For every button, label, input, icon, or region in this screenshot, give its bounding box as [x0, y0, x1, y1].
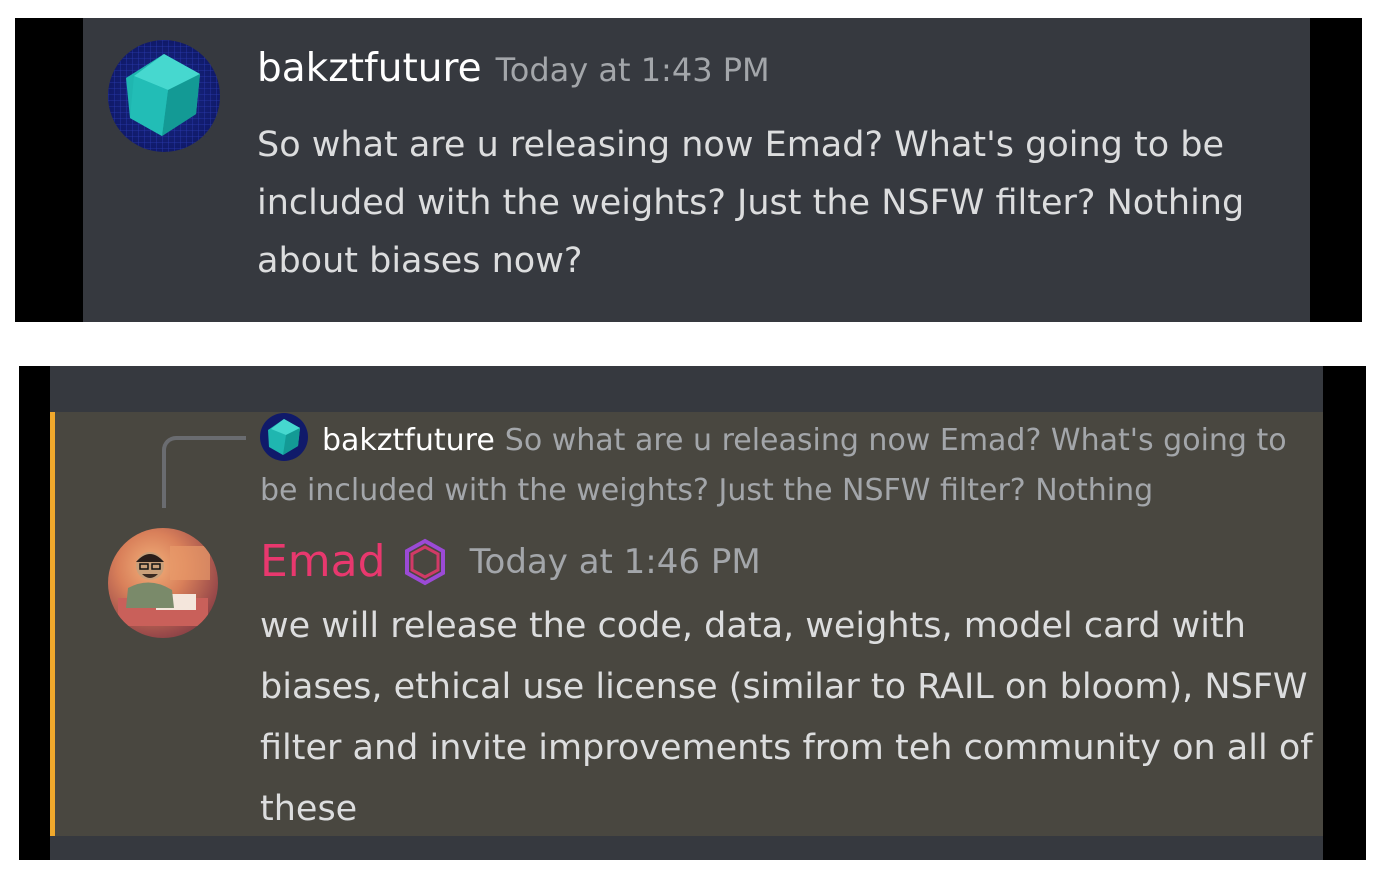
role-ring-icon[interactable]: [400, 537, 450, 587]
message-content: we will release the code, data, weights,…: [260, 606, 1313, 829]
timestamp: Today at 1:46 PM: [469, 541, 761, 582]
timestamp: Today at 1:43 PM: [495, 51, 770, 89]
username[interactable]: Emad: [260, 536, 386, 587]
mention-highlight-bar: [50, 412, 55, 836]
username[interactable]: bakztfuture: [257, 46, 482, 91]
message-header: bakztfuture Today at 1:43 PM: [257, 46, 770, 91]
message-header: Emad Today at 1:46 PM: [260, 536, 761, 587]
reply-preview[interactable]: bakztfuture So what are u releasing now E…: [260, 416, 1320, 516]
screenshot-top: bakztfuture Today at 1:43 PM So what are …: [15, 18, 1362, 322]
reply-username[interactable]: bakztfuture: [322, 423, 495, 458]
emad-avatar[interactable]: [108, 528, 218, 638]
teal-cube-avatar[interactable]: [108, 40, 220, 152]
message-area-bottom: bakztfuture So what are u releasing now E…: [50, 366, 1323, 860]
screenshot-bottom: bakztfuture So what are u releasing now E…: [19, 366, 1366, 860]
reply-spine: [162, 436, 246, 508]
message-content: So what are u releasing now Emad? What's…: [257, 125, 1245, 281]
message-area-top: bakztfuture Today at 1:43 PM So what are …: [83, 18, 1310, 322]
